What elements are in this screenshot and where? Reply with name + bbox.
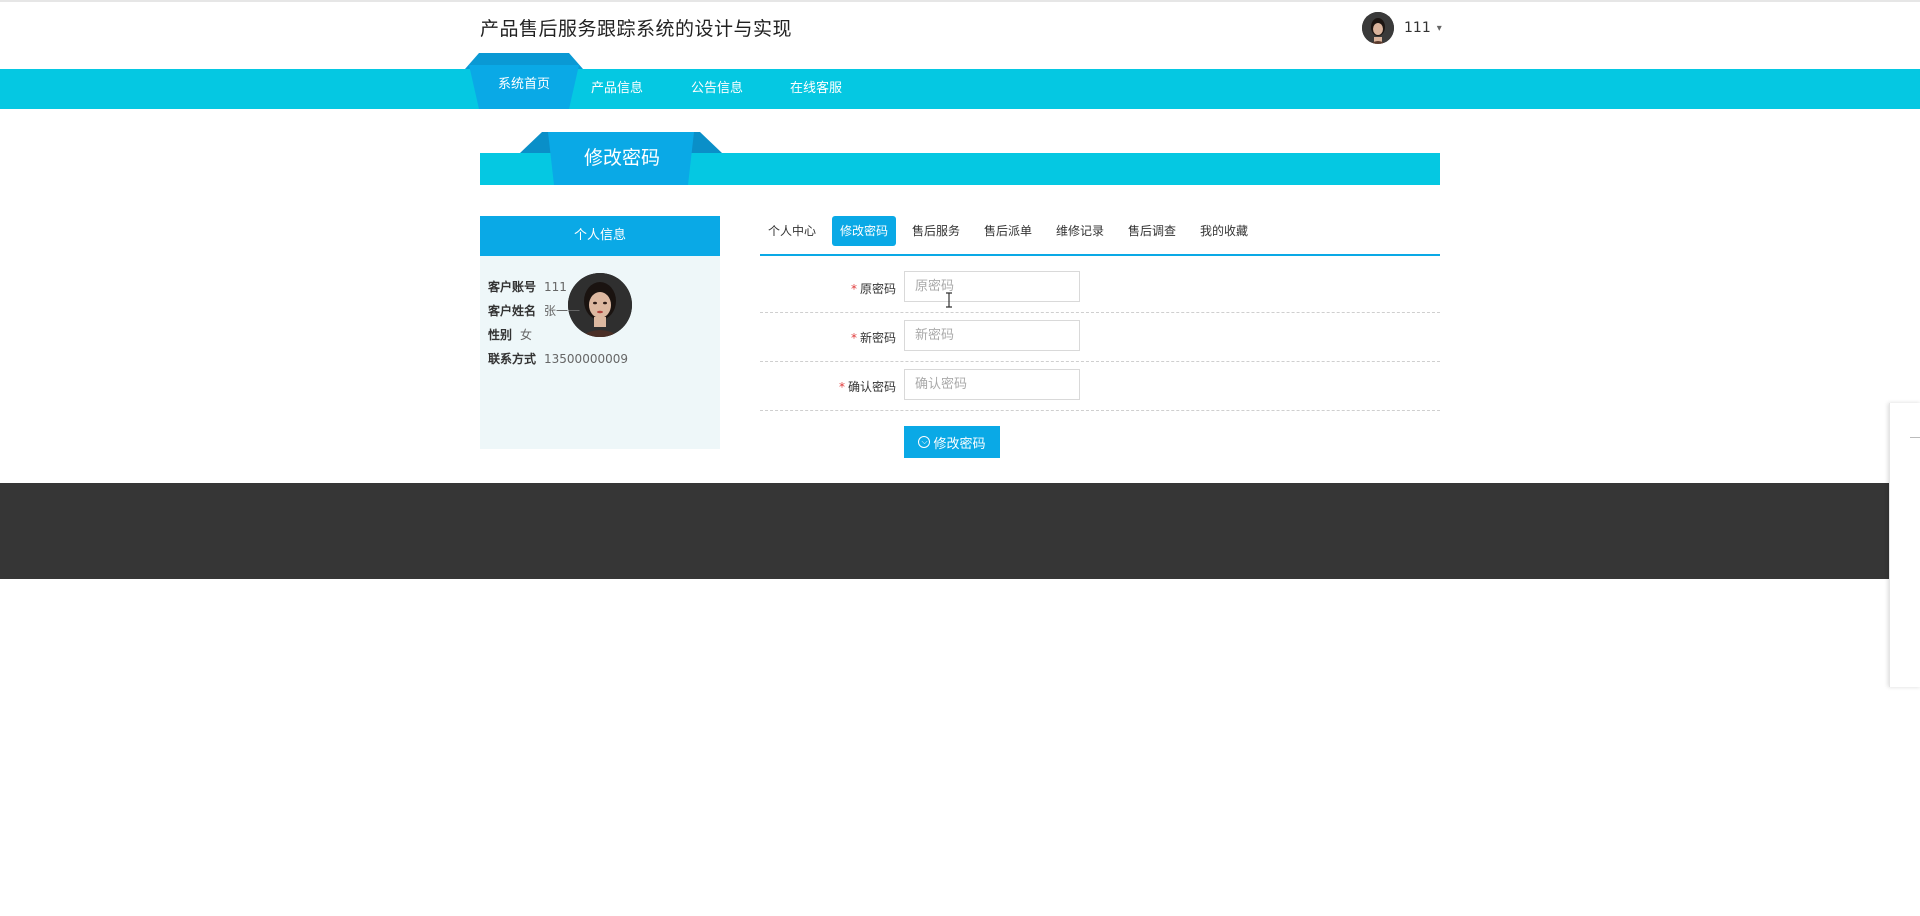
user-avatar — [1362, 12, 1394, 44]
profile-field-value: 13500000009 — [544, 352, 628, 366]
page-root: 产品售后服务跟踪系统的设计与实现 111 ▾ 系统首页 产品信息 公告信息 在线… — [0, 0, 1920, 916]
profile-field-account: 客户账号 111 — [488, 278, 567, 295]
side-panel-divider — [1910, 437, 1920, 438]
form-row-confirm-password: * 确认密码 — [760, 362, 1440, 411]
confirm-password-label: * 确认密码 — [839, 378, 896, 395]
section-title: 修改密码 — [583, 147, 660, 169]
tab-repair-records[interactable]: 维修记录 — [1048, 216, 1112, 246]
text-cursor-icon — [946, 292, 952, 308]
tab-after-sales-dispatch[interactable]: 售后派单 — [976, 216, 1040, 246]
new-password-label: * 新密码 — [851, 329, 896, 346]
profile-field-value: 111 — [544, 280, 567, 294]
profile-field-label: 客户姓名 — [488, 304, 537, 318]
site-title: 产品售后服务跟踪系统的设计与实现 — [480, 18, 793, 40]
required-mark: * — [850, 282, 857, 296]
confirm-password-input[interactable] — [904, 369, 1080, 400]
change-password-button[interactable]: ⌵ 修改密码 — [904, 426, 1000, 458]
profile-field-gender: 性别女 — [488, 326, 532, 343]
floating-side-panel[interactable] — [1889, 403, 1920, 687]
tab-after-sales-service[interactable]: 售后服务 — [904, 216, 968, 246]
check-circle-icon: ⌵ — [918, 436, 931, 448]
nav-item-announcements[interactable]: 公告信息 — [691, 69, 743, 109]
confirm-password-label-text: 确认密码 — [847, 380, 896, 394]
nav-item-products[interactable]: 产品信息 — [591, 69, 643, 109]
profile-field-label: 性别 — [488, 328, 513, 342]
main-nav-bar — [0, 69, 1920, 109]
profile-field-label: 客户账号 — [488, 280, 537, 294]
nav-item-home[interactable]: 系统首页 — [498, 66, 550, 106]
profile-card-header: 个人信息 — [480, 216, 720, 256]
new-password-label-text: 新密码 — [859, 331, 896, 345]
tab-after-sales-survey[interactable]: 售后调查 — [1120, 216, 1184, 246]
top-border — [0, 0, 1920, 2]
new-password-input[interactable] — [904, 320, 1080, 351]
tab-personal-center[interactable]: 个人中心 — [760, 216, 824, 246]
profile-field-phone: 联系方式 13500000009 — [488, 350, 628, 367]
chevron-down-icon[interactable]: ▾ — [1437, 23, 1442, 34]
old-password-label-text: 原密码 — [859, 282, 896, 296]
form-row-old-password: * 原密码 — [760, 264, 1440, 313]
user-center-tabs: 个人中心 修改密码 售后服务 售后派单 维修记录 售后调查 我的收藏 — [760, 216, 1440, 256]
old-password-label: * 原密码 — [851, 280, 896, 297]
nav-item-online-service[interactable]: 在线客服 — [790, 69, 842, 109]
profile-field-name: 客户姓名 张一一 — [488, 302, 580, 319]
tab-change-password[interactable]: 修改密码 — [832, 216, 897, 246]
profile-field-value: 女 — [520, 328, 533, 342]
required-mark: * — [850, 331, 857, 345]
profile-field-label: 联系方式 — [488, 352, 537, 366]
user-menu[interactable]: 111 ▾ — [1362, 12, 1442, 44]
tab-my-favorites[interactable]: 我的收藏 — [1192, 216, 1256, 246]
form-row-new-password: * 新密码 — [760, 313, 1440, 362]
user-name: 111 — [1404, 20, 1431, 36]
change-password-button-label: 修改密码 — [933, 436, 986, 452]
profile-field-value: 张一一 — [544, 304, 581, 318]
page-footer — [0, 483, 1920, 579]
required-mark: * — [838, 380, 845, 394]
old-password-input[interactable] — [904, 271, 1080, 302]
profile-card: 个人信息 客户账号 111 客户姓名 张一一 性别女 联系方式 13500000009 — [480, 216, 720, 449]
